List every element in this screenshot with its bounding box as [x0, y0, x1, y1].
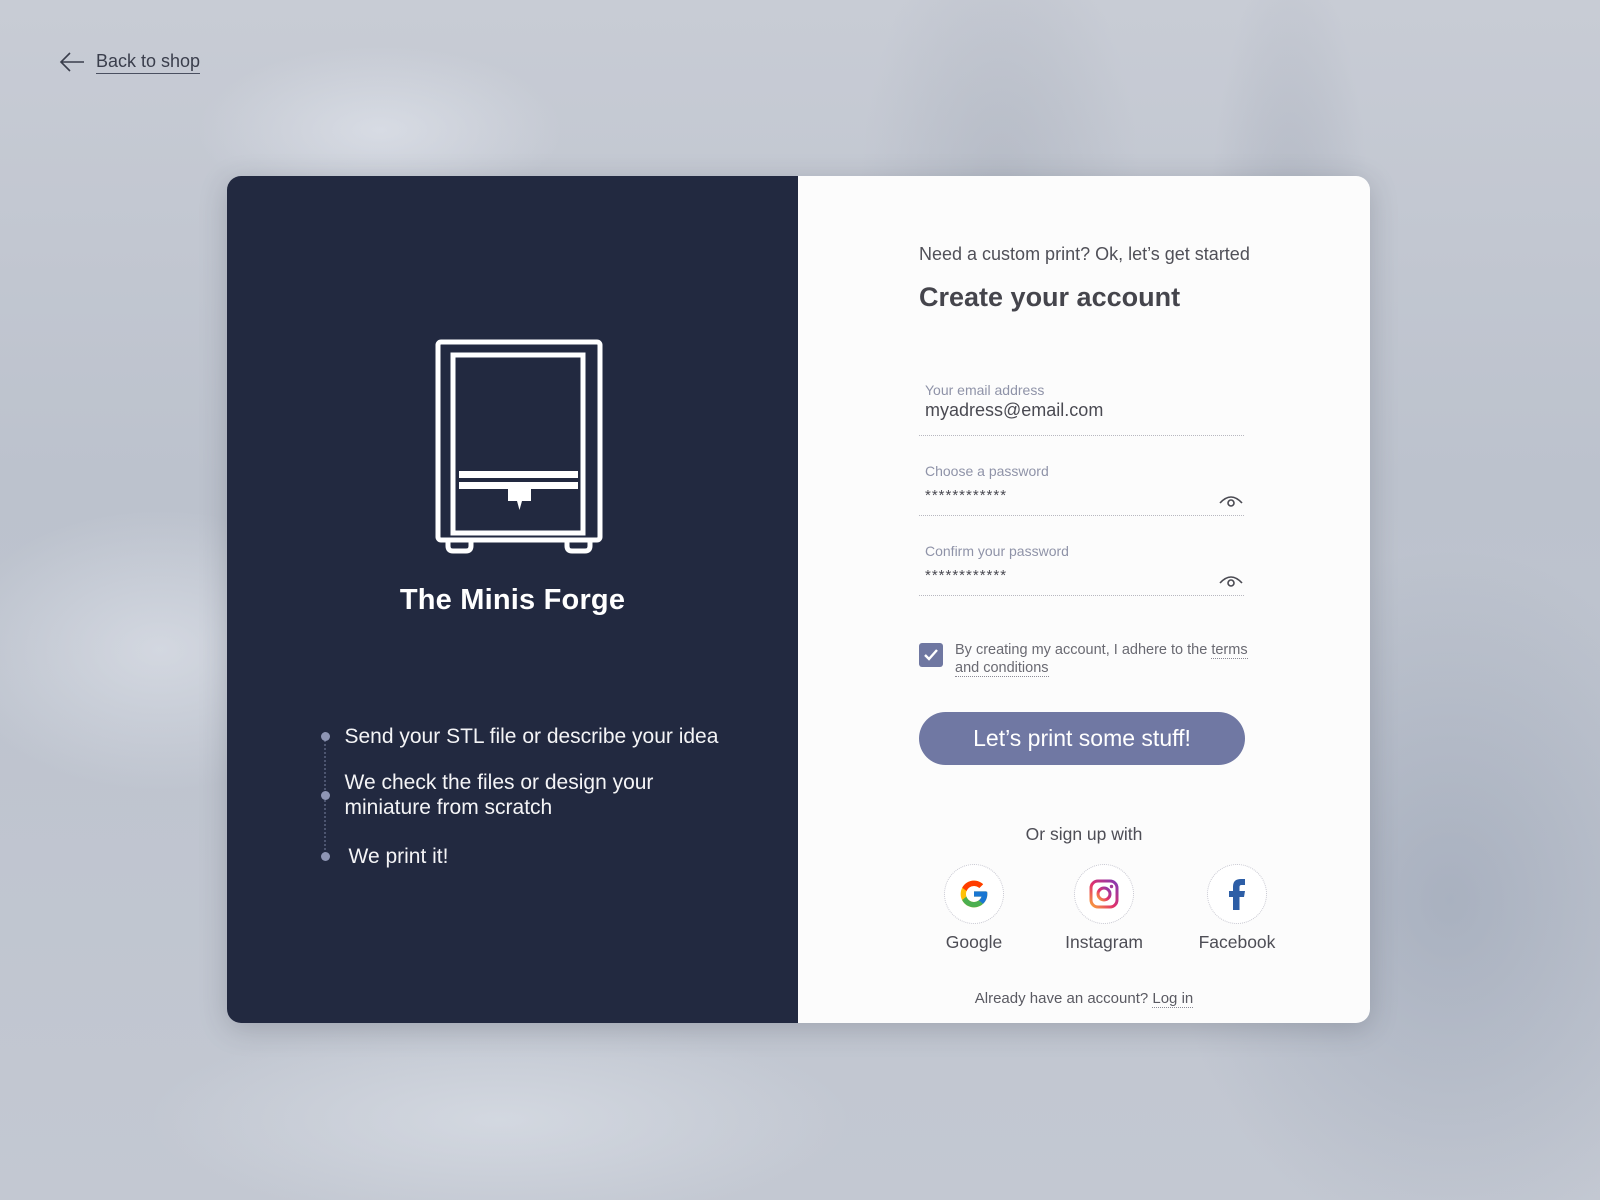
- back-to-shop-label: Back to shop: [96, 51, 201, 74]
- 3d-printer-icon: [435, 339, 603, 554]
- bullet-dot: [320, 852, 330, 861]
- show-password-eye-icon[interactable]: [1218, 492, 1244, 510]
- password-input[interactable]: [919, 479, 1205, 508]
- login-row: Already have an account? Log in: [919, 990, 1249, 1008]
- google-label: Google: [945, 932, 1003, 952]
- terms-row: By creating my account, I adhere to the …: [919, 641, 1259, 677]
- bullet-dot: [320, 790, 330, 800]
- instagram-label: Instagram: [1065, 932, 1143, 952]
- step-text: Send your STL file or describe your idea: [344, 725, 719, 748]
- step-item: We check the files or design your miniat…: [320, 770, 665, 820]
- login-link[interactable]: Log in: [1152, 990, 1194, 1008]
- arrow-left-icon: [59, 52, 84, 72]
- email-label: Your email address: [925, 382, 1045, 398]
- step-item: We print it!: [320, 844, 449, 869]
- instagram-signup-button[interactable]: Instagram: [1049, 864, 1159, 953]
- show-confirm-password-eye-icon[interactable]: [1218, 572, 1244, 590]
- bullet-dot: [320, 732, 330, 741]
- confirm-password-label: Confirm your password: [925, 543, 1069, 559]
- brand-panel: The Minis Forge Send your STL file or de…: [227, 176, 798, 1023]
- confirm-password-field: Confirm your password: [919, 543, 1244, 596]
- instagram-icon-circle: [1074, 864, 1134, 924]
- email-input[interactable]: [919, 398, 1205, 427]
- confirm-password-input[interactable]: [919, 559, 1205, 588]
- login-prompt: Already have an account?: [974, 990, 1153, 1007]
- back-to-shop-link[interactable]: Back to shop: [58, 50, 201, 74]
- step-text: We check the files or design your miniat…: [344, 771, 654, 819]
- terms-checkbox[interactable]: [919, 643, 943, 667]
- submit-button[interactable]: Let’s print some stuff!: [919, 712, 1245, 765]
- form-subtitle: Need a custom print? Ok, let’s get start…: [919, 244, 1250, 264]
- terms-statement: By creating my account, I adhere to the: [955, 642, 1212, 658]
- instagram-icon: [1089, 879, 1119, 909]
- facebook-icon-circle: [1207, 864, 1267, 924]
- facebook-icon: [1229, 879, 1245, 910]
- email-field: Your email address: [919, 382, 1244, 436]
- facebook-signup-button[interactable]: Facebook: [1182, 864, 1292, 953]
- facebook-label: Facebook: [1198, 932, 1276, 952]
- or-sign-up-label: Or sign up with: [1025, 824, 1143, 844]
- signup-card: The Minis Forge Send your STL file or de…: [227, 176, 1370, 1023]
- google-signup-button[interactable]: Google: [919, 864, 1029, 953]
- signup-form-panel: Need a custom print? Ok, let’s get start…: [798, 176, 1370, 1023]
- google-icon-circle: [944, 864, 1004, 924]
- password-field: Choose a password: [919, 463, 1244, 516]
- terms-text: By creating my account, I adhere to the …: [955, 641, 1259, 677]
- checkmark-icon: [924, 649, 938, 661]
- form-title: Create your account: [919, 282, 1181, 312]
- google-icon: [960, 880, 988, 908]
- brand-name: The Minis Forge: [399, 584, 626, 616]
- step-item: Send your STL file or describe your idea: [320, 724, 719, 749]
- password-label: Choose a password: [925, 463, 1049, 479]
- step-text: We print it!: [348, 845, 449, 868]
